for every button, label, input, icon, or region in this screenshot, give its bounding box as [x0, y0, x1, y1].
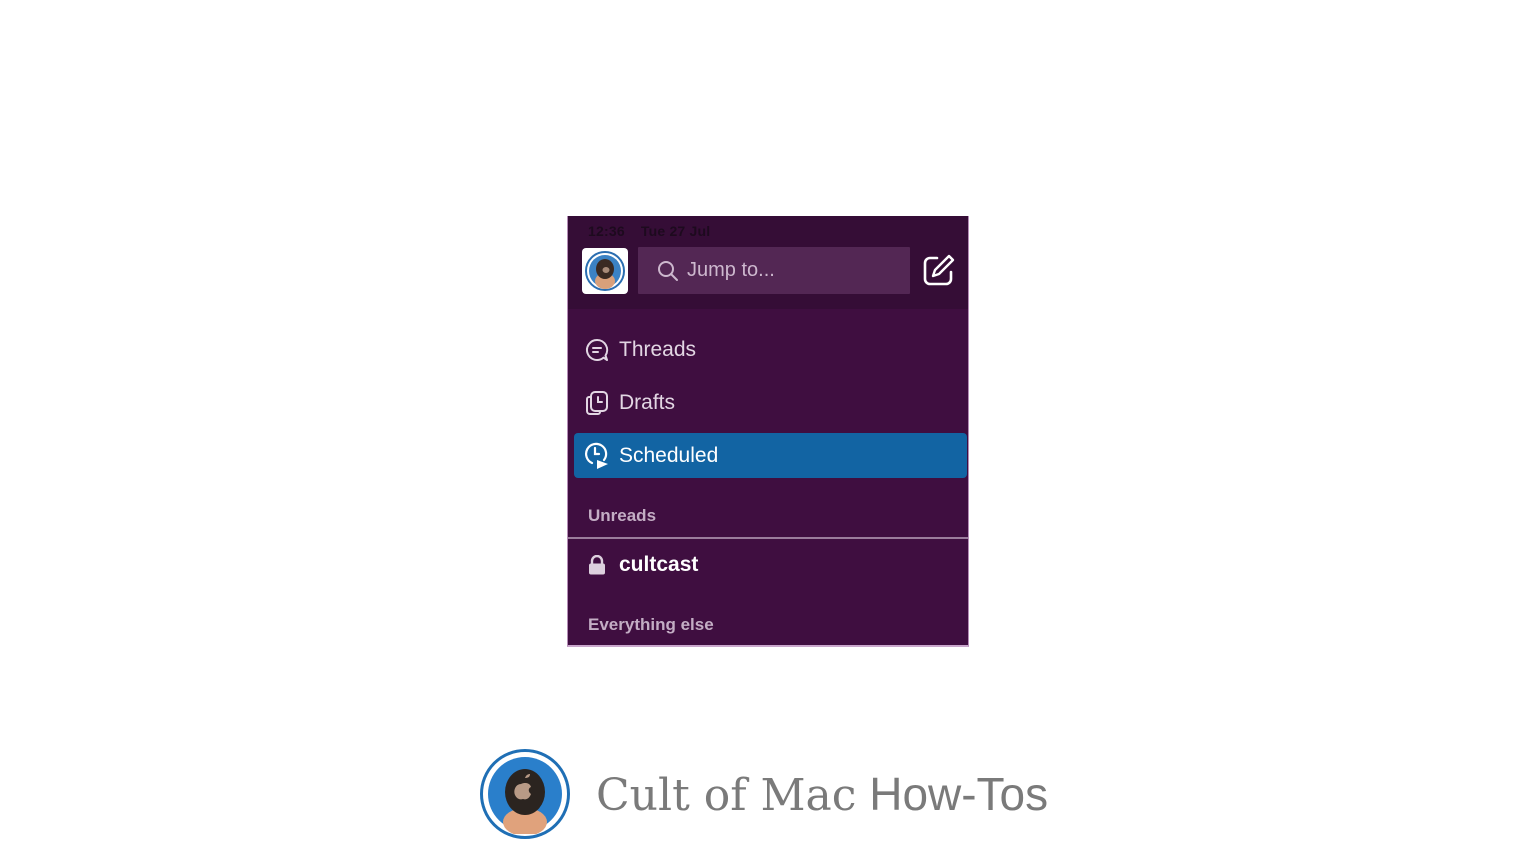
channel-cultcast[interactable]: cultcast [574, 545, 967, 585]
threads-icon [583, 338, 611, 362]
drafts-icon [583, 390, 611, 416]
status-date: Tue 27 Jul [640, 223, 711, 239]
brand-name: Cult of Mac How-Tos [596, 767, 1048, 821]
brand-name-light: How-Tos [869, 768, 1049, 820]
compose-button[interactable] [921, 252, 957, 288]
status-time: 12:36 [588, 223, 625, 239]
brand-watermark: Cult of Mac How-Tos [480, 748, 1048, 840]
channel-name: cultcast [619, 553, 699, 576]
jump-to-search[interactable]: Jump to... [638, 247, 910, 294]
user-avatar[interactable] [582, 248, 628, 294]
section-unreads[interactable]: Unreads [588, 506, 656, 526]
section-everything-else[interactable]: Everything else [588, 615, 714, 635]
sidebar-header: 12:36 Tue 27 Jul Jump to... [568, 216, 968, 309]
sidebar-item-label: Threads [619, 337, 697, 361]
brand-name-strong: Cult of Mac [596, 770, 857, 821]
scheduled-icon [583, 442, 611, 470]
sidebar-item-scheduled[interactable]: Scheduled [574, 433, 967, 478]
section-divider [568, 537, 968, 539]
status-bar: 12:36 Tue 27 Jul [588, 223, 722, 239]
sidebar-item-drafts[interactable]: Drafts [574, 380, 967, 425]
lock-icon [583, 555, 611, 575]
avatar-image [585, 251, 625, 291]
search-placeholder: Jump to... [687, 259, 775, 281]
compose-icon [923, 254, 955, 286]
brand-logo-image [488, 757, 562, 834]
brand-logo [480, 749, 570, 839]
sidebar-item-label: Drafts [619, 390, 676, 414]
slack-sidebar: 12:36 Tue 27 Jul Jump to... Threads Draf… [567, 216, 969, 647]
sidebar-item-threads[interactable]: Threads [574, 327, 967, 372]
search-icon [657, 260, 679, 282]
sidebar-item-label: Scheduled [619, 443, 719, 467]
